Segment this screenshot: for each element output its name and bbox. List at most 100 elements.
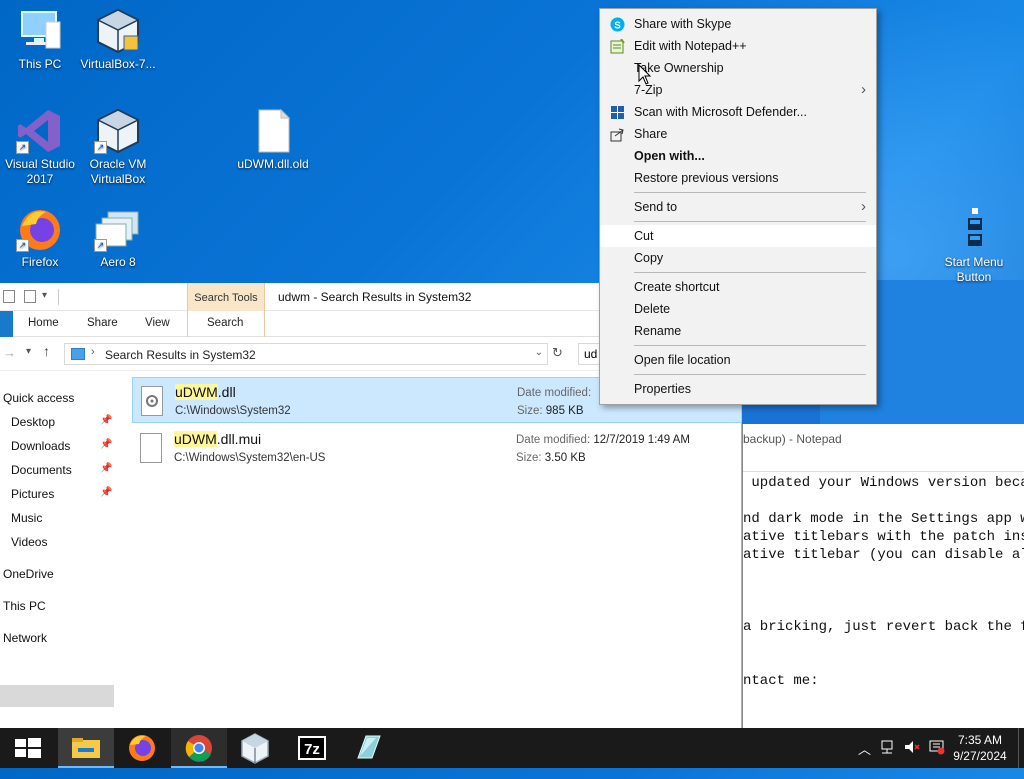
shortcut-arrow-icon: ↗ (16, 239, 29, 252)
taskbar-firefox[interactable] (114, 728, 170, 768)
checkmark-icon[interactable] (3, 290, 15, 303)
desktop-icon-virtualbox-installer[interactable]: VirtualBox-7... (78, 8, 158, 72)
chevron-right-icon[interactable]: › (91, 346, 95, 358)
up-arrow-icon[interactable]: ↑ (43, 343, 50, 359)
address-dropdown-icon[interactable]: ⌄ (535, 347, 543, 358)
refresh-icon[interactable]: ↻ (552, 345, 563, 361)
menu-item-delete[interactable]: Delete (600, 298, 876, 320)
menu-item-copy[interactable]: Copy (600, 247, 876, 269)
menu-item-edit-with-notepadpp[interactable]: Edit with Notepad++ (600, 35, 876, 57)
search-tools-contextual-tab[interactable]: Search Tools (187, 283, 265, 311)
firefox-icon (129, 735, 155, 761)
search-results-list: uDWM.dll C:\Windows\System32 Date modifi… (132, 377, 742, 728)
file-row-udwm-dll-mui[interactable]: uDWM.dll.mui C:\Windows\System32\en-US D… (132, 425, 742, 471)
desktop-icon-start-menu-button[interactable]: Start Menu Button (934, 206, 1014, 285)
desktop-icon-udwm-old[interactable]: uDWM.dll.old (233, 108, 313, 172)
menu-item-create-shortcut[interactable]: Create shortcut (600, 276, 876, 298)
menu-separator (634, 221, 866, 222)
taskbar-virtualbox[interactable] (227, 728, 283, 768)
menu-item-properties[interactable]: Properties (600, 378, 876, 400)
pin-icon[interactable]: 📌 (100, 415, 112, 426)
menu-item-cut[interactable]: Cut (600, 225, 876, 247)
notepad-text-line[interactable]: ative titlebar (you can disable all (743, 547, 1024, 563)
file-name: uDWM.dll (175, 384, 236, 400)
mouse-cursor-icon (638, 63, 652, 89)
show-desktop-button[interactable] (1018, 728, 1019, 768)
taskbar-file-explorer[interactable] (58, 728, 114, 768)
nav-this-pc[interactable]: This PC (3, 599, 46, 613)
start-button[interactable] (0, 728, 56, 768)
notepad-window: backup) - Notepad updated your Windows v… (742, 424, 1024, 728)
nav-videos[interactable]: Videos (11, 535, 47, 549)
share-icon (610, 127, 625, 142)
dll-file-icon (141, 386, 163, 416)
recent-locations-icon[interactable]: ▾ (26, 346, 31, 357)
desktop-icon-visual-studio[interactable]: ↗ Visual Studio 2017 (0, 108, 80, 187)
taskbar-aero-app[interactable] (340, 728, 396, 768)
pin-icon[interactable]: 📌 (100, 439, 112, 450)
customize-toolbar-icon[interactable]: ▾ (42, 290, 47, 301)
desktop-icon-oracle-vm[interactable]: ↗ Oracle VM VirtualBox (78, 108, 158, 187)
notepad-text-line[interactable]: updated your Windows version becau (743, 475, 1024, 491)
show-hidden-icons-chevron-icon[interactable]: ︿ (858, 739, 871, 779)
notepad-text-line[interactable]: nd dark mode in the Settings app wi (743, 511, 1024, 527)
aero-glass-icon (357, 735, 381, 759)
start-button-icon (950, 206, 998, 252)
address-box[interactable]: › Search Results in System32 ⌄ (64, 343, 548, 365)
shortcut-arrow-icon: ↗ (94, 141, 107, 154)
visual-studio-icon: ↗ (16, 108, 64, 154)
menu-item-share-with-skype[interactable]: S Share with Skype (600, 13, 876, 35)
new-folder-icon[interactable] (24, 290, 36, 303)
menu-separator (634, 345, 866, 346)
menu-item-send-to[interactable]: Send to › (600, 196, 876, 218)
clock-date: 9/27/2024 (953, 749, 1007, 763)
tab-view[interactable]: View (145, 317, 170, 329)
tab-home[interactable]: Home (28, 317, 59, 329)
tab-share[interactable]: Share (87, 317, 118, 329)
nav-pictures[interactable]: Pictures (11, 487, 54, 501)
blank-file-icon (249, 108, 297, 154)
nav-onedrive[interactable]: OneDrive (3, 567, 54, 581)
7zip-icon: 7z (298, 736, 326, 760)
notepad-text-line[interactable]: ative titlebars with the patch inst (743, 529, 1024, 545)
menu-separator (634, 272, 866, 273)
firefox-icon: ↗ (16, 206, 64, 252)
file-tab[interactable] (0, 311, 13, 337)
menu-item-restore-previous-versions[interactable]: Restore previous versions (600, 167, 876, 189)
file-size: Size: 985 KB (517, 405, 584, 417)
clock-time: 7:35 AM (957, 733, 1003, 747)
svg-text:7z: 7z (304, 741, 320, 758)
notepad-text-line[interactable]: ntact me: (743, 673, 819, 689)
menu-item-scan-with-defender[interactable]: Scan with Microsoft Defender... (600, 101, 876, 123)
explorer-title: udwm - Search Results in System32 (278, 290, 472, 304)
nav-desktop[interactable]: Desktop (11, 415, 55, 429)
nav-quick-access[interactable]: Quick access (3, 391, 74, 405)
shortcut-arrow-icon: ↗ (16, 141, 29, 154)
nav-network[interactable]: Network (3, 631, 47, 645)
network-icon[interactable] (880, 738, 896, 778)
nav-music[interactable]: Music (11, 511, 42, 525)
desktop-icon-firefox[interactable]: ↗ Firefox (0, 206, 80, 270)
skype-icon: S (610, 17, 625, 32)
navigation-pane: Quick access Desktop 📌 Downloads 📌 Docum… (0, 371, 116, 728)
forward-icon[interactable]: → (3, 345, 16, 360)
nav-documents[interactable]: Documents (11, 463, 72, 477)
menu-item-open-with[interactable]: Open with... (600, 145, 876, 167)
volume-muted-icon[interactable] (903, 738, 921, 778)
nav-downloads[interactable]: Downloads (11, 439, 70, 453)
file-name: uDWM.dll.mui (174, 431, 262, 447)
pin-icon[interactable]: 📌 (100, 463, 112, 474)
taskbar-chrome[interactable] (171, 728, 227, 768)
desktop-icon-this-pc[interactable]: This PC (0, 8, 80, 72)
taskbar-7zip[interactable]: 7z (284, 728, 340, 768)
notification-warning-icon[interactable] (928, 738, 946, 778)
menu-item-open-file-location[interactable]: Open file location (600, 349, 876, 371)
notepad-text-line[interactable]: a bricking, just revert back the fi (743, 619, 1024, 635)
taskbar-clock[interactable]: 7:35 AM 9/27/2024 (950, 732, 1010, 764)
folder-icon (72, 738, 100, 758)
pin-icon[interactable]: 📌 (100, 487, 112, 498)
desktop-icon-aero-8[interactable]: ↗ Aero 8 (78, 206, 158, 270)
menu-item-share[interactable]: Share (600, 123, 876, 145)
notepadpp-icon (610, 38, 625, 54)
menu-item-rename[interactable]: Rename (600, 320, 876, 342)
